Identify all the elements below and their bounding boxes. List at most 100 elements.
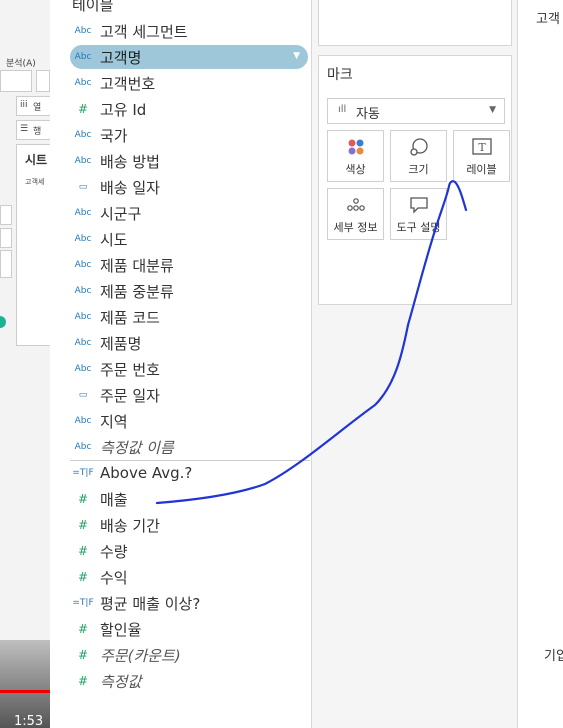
string-type-icon: Abc xyxy=(74,234,92,244)
date-type-icon: ▭ xyxy=(78,182,88,192)
field-item[interactable]: Abc 시도 xyxy=(72,227,128,251)
field-label: 지역 xyxy=(100,412,128,431)
field-label: 시군구 xyxy=(100,204,142,223)
tooltip-button[interactable]: 도구 설명 xyxy=(390,188,447,240)
filter-dropdown[interactable] xyxy=(0,228,12,248)
field-label: 주문(카운트) xyxy=(100,646,181,665)
field-item[interactable]: Abc 국가 xyxy=(72,123,128,147)
field-label: 제품 중분류 xyxy=(100,282,174,301)
field-item[interactable]: # 수익 xyxy=(72,565,128,589)
field-item[interactable]: ▭ 주문 일자 xyxy=(72,383,160,407)
number-type-icon: # xyxy=(77,544,89,558)
string-type-icon: Abc xyxy=(74,130,92,140)
field-item[interactable]: Abc 주문 번호 xyxy=(72,357,160,381)
field-label: 측정값 xyxy=(100,672,142,691)
color-icon xyxy=(328,137,383,159)
mark-type-select[interactable]: ıll 자동 ▼ xyxy=(327,98,505,124)
menu-analysis[interactable]: 분석(A) xyxy=(6,56,36,69)
string-type-icon: Abc xyxy=(74,312,92,322)
field-item[interactable]: # 할인율 xyxy=(72,617,141,641)
field-item[interactable]: Abc 측정값 이름 xyxy=(72,435,174,459)
field-label: 측정값 이름 xyxy=(100,438,174,457)
field-item[interactable]: Abc 고객 세그먼트 xyxy=(72,19,188,43)
string-type-icon: Abc xyxy=(74,416,92,426)
boolean-type-icon: =T|F xyxy=(72,468,94,478)
columns-shelf[interactable]: iii 열 xyxy=(16,96,50,116)
detail-button[interactable]: 세부 정보 xyxy=(327,188,384,240)
field-item[interactable]: # 매출 xyxy=(72,487,128,511)
field-label: 시도 xyxy=(100,230,128,249)
field-item[interactable]: # 주문(카운트) xyxy=(72,643,181,667)
field-item[interactable]: Abc 고객번호 xyxy=(72,71,156,95)
size-button[interactable]: 크기 xyxy=(390,130,447,182)
field-item[interactable]: Abc 제품명 xyxy=(72,331,142,355)
field-item[interactable]: Abc 시군구 xyxy=(72,201,142,225)
string-type-icon: Abc xyxy=(74,26,92,36)
field-label: 고유 Id xyxy=(100,100,147,119)
sheet-subtitle: 고객세 xyxy=(25,178,45,186)
mark-type-value: 자동 xyxy=(356,107,380,122)
tooltip-icon xyxy=(391,195,446,217)
field-item[interactable]: ▭ 배송 일자 xyxy=(72,175,160,199)
field-item[interactable]: # 측정값 xyxy=(72,669,141,693)
number-type-icon: # xyxy=(77,518,89,532)
marks-title: 마크 xyxy=(327,67,353,83)
field-item[interactable]: Abc 제품 코드 xyxy=(72,305,160,329)
string-type-icon: Abc xyxy=(74,338,92,348)
field-label: 고객 세그먼트 xyxy=(100,22,188,41)
rows-shelf[interactable]: ☰ 행 xyxy=(16,120,50,140)
toolbar-button[interactable] xyxy=(36,70,50,92)
size-icon xyxy=(391,137,446,159)
view-area: 고객 기입 xyxy=(518,0,563,728)
string-type-icon: Abc xyxy=(74,78,92,88)
field-item[interactable]: Abc 고객명 ▼ xyxy=(70,45,308,69)
size-label: 크기 xyxy=(408,163,429,176)
dimension-measure-divider xyxy=(70,460,310,461)
filter-control[interactable] xyxy=(0,250,12,278)
detail-label: 세부 정보 xyxy=(333,221,378,234)
chevron-down-icon[interactable]: ▼ xyxy=(293,51,300,61)
section-title: 테이블 xyxy=(72,0,114,14)
chevron-down-icon: ▼ xyxy=(489,105,496,115)
detail-icon xyxy=(328,195,383,217)
sheet-area: 시트 고객세 xyxy=(16,144,50,346)
field-label: 주문 일자 xyxy=(100,386,160,405)
color-button[interactable]: 색상 xyxy=(327,130,384,182)
filter-dropdown[interactable] xyxy=(0,205,12,225)
tooltip-label: 도구 설명 xyxy=(396,221,441,234)
date-type-icon: ▭ xyxy=(78,390,88,400)
label-button[interactable]: T 레이블 xyxy=(453,130,510,182)
columns-icon: iii xyxy=(20,100,28,110)
number-type-icon: # xyxy=(77,622,89,636)
view-footer-label: 기입 xyxy=(544,649,563,664)
string-type-icon: Abc xyxy=(74,442,92,452)
video-time: 1:53 xyxy=(14,714,44,728)
field-label: 배송 일자 xyxy=(100,178,160,197)
field-item[interactable]: Abc 제품 대분류 xyxy=(72,253,174,277)
toolbar-button[interactable] xyxy=(0,70,32,92)
marks-card: 마크 ıll 자동 ▼ 색상 크기 T 레이블 세부 정보 도구 설명 xyxy=(318,55,512,305)
field-label: Above Avg.? xyxy=(100,464,193,482)
string-type-icon: Abc xyxy=(74,156,92,166)
rows-label: 행 xyxy=(33,127,42,137)
field-item[interactable]: # 수량 xyxy=(72,539,128,563)
field-item[interactable]: # 배송 기간 xyxy=(72,513,160,537)
string-type-icon: Abc xyxy=(74,52,92,62)
field-label: 국가 xyxy=(100,126,128,145)
status-dot xyxy=(0,316,6,328)
field-item[interactable]: # 고유 Id xyxy=(72,97,146,121)
field-item[interactable]: Abc 지역 xyxy=(72,409,128,433)
bar-chart-icon: ıll xyxy=(338,104,347,115)
field-item[interactable]: Abc 배송 방법 xyxy=(72,149,160,173)
field-item[interactable]: Abc 제품 중분류 xyxy=(72,279,174,303)
field-item[interactable]: =T|F 평균 매출 이상? xyxy=(72,591,200,615)
color-label: 색상 xyxy=(345,163,366,176)
field-label: 배송 방법 xyxy=(100,152,160,171)
number-type-icon: # xyxy=(77,102,89,116)
video-progress-bar[interactable] xyxy=(0,690,50,693)
string-type-icon: Abc xyxy=(74,364,92,374)
field-label: 주문 번호 xyxy=(100,360,160,379)
field-item[interactable]: =T|F Above Avg.? xyxy=(72,461,192,485)
field-label: 고객명 xyxy=(100,48,142,67)
left-pane-strip: 분석(A) iii 열 ☰ 행 시트 고객세 1:53 xyxy=(0,0,50,728)
